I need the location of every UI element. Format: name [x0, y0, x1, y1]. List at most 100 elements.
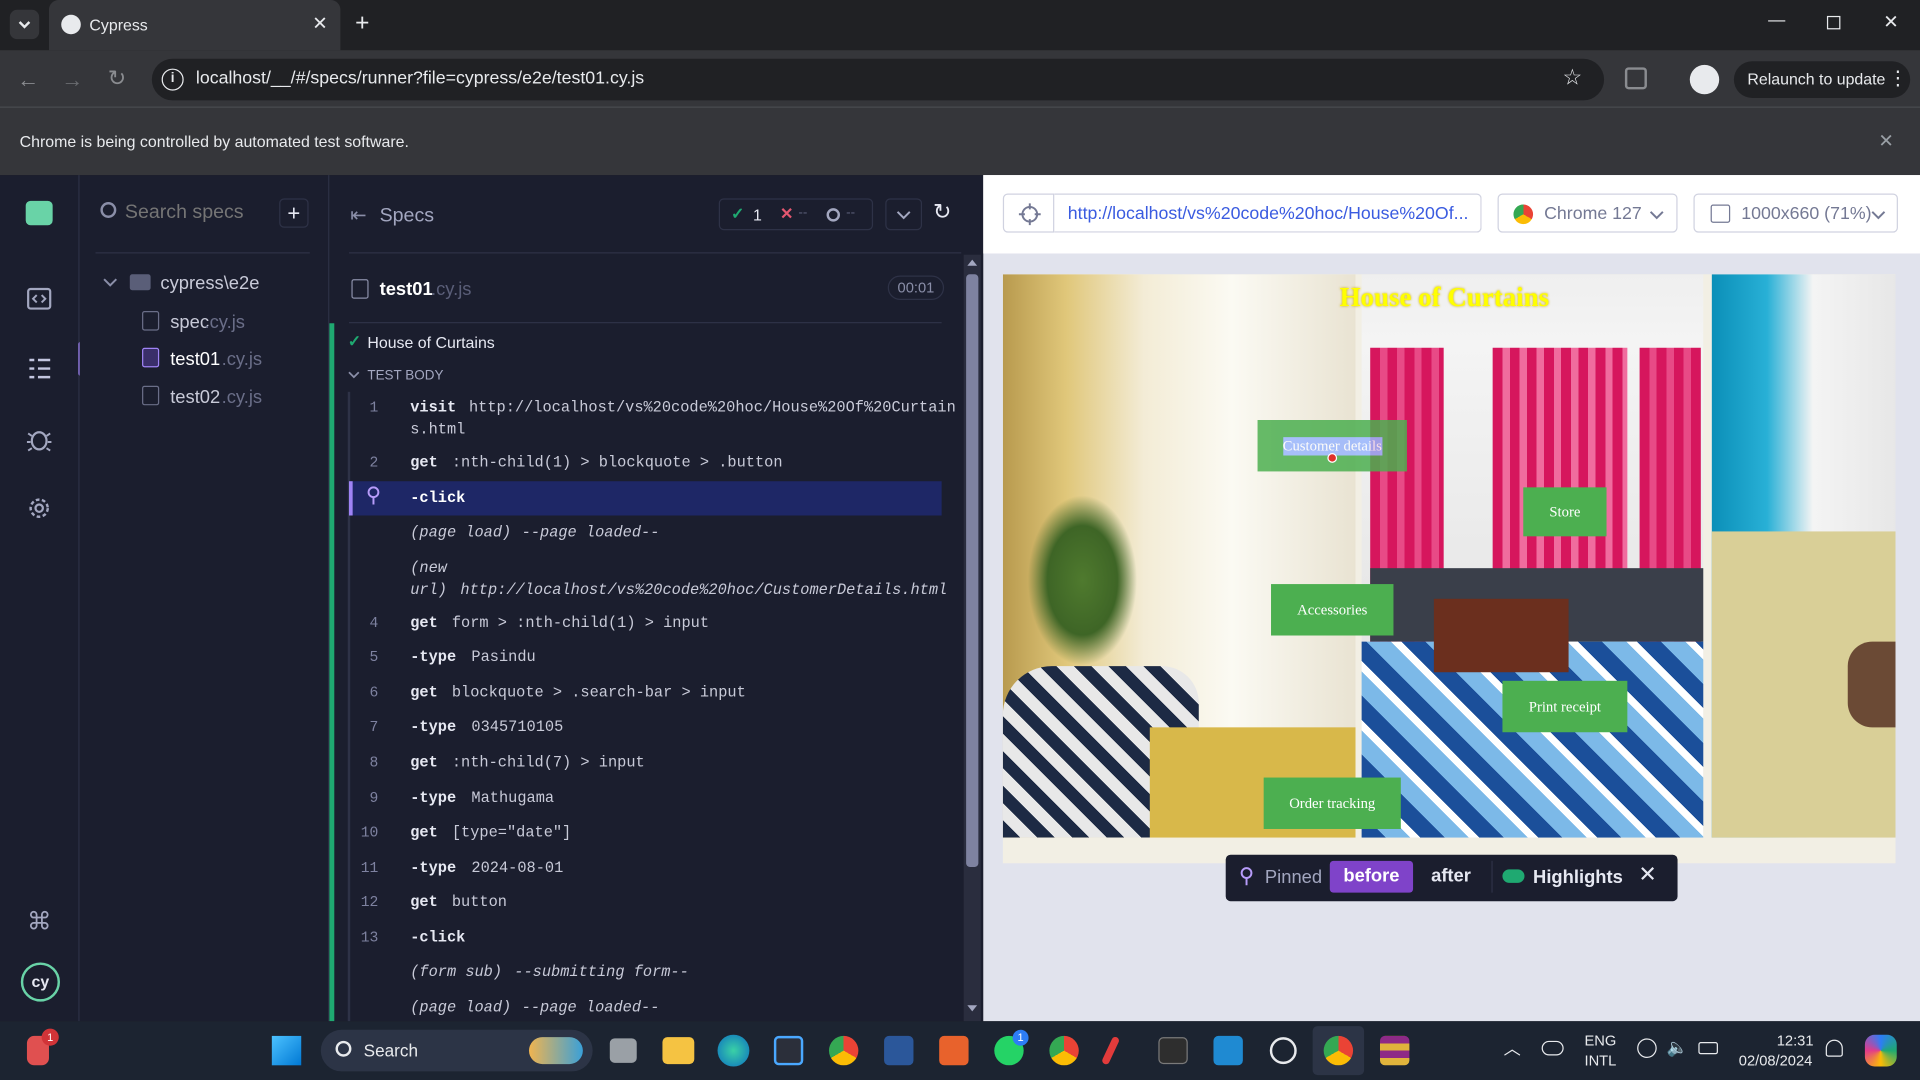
chevron-down-icon — [1871, 211, 1886, 220]
relaunch-button[interactable]: Relaunch to update ⋮ — [1733, 61, 1911, 98]
extensions-icon[interactable] — [1624, 67, 1647, 90]
notification-bell-icon[interactable] — [1825, 1039, 1843, 1057]
winrar-icon[interactable] — [1380, 1035, 1410, 1066]
order-tracking-button[interactable]: Order tracking — [1263, 777, 1401, 829]
command-row[interactable]: 12 get button — [349, 894, 942, 918]
viewport-selector[interactable]: 1000x660 (71%) — [1693, 193, 1898, 233]
chevron-down-icon — [103, 278, 118, 287]
show-hidden-icons[interactable]: ︿ — [1504, 1036, 1521, 1060]
minimize-button[interactable]: — — [1768, 10, 1785, 30]
taskbar-search-box[interactable]: Search — [320, 1029, 593, 1072]
folder-name: cypress\e2e — [160, 273, 260, 294]
vscode-icon[interactable] — [1213, 1035, 1243, 1066]
keyboard-shortcuts-icon[interactable]: ⌘ — [27, 906, 51, 937]
customer-details-button[interactable]: Customer details — [1257, 420, 1407, 472]
infobar-close-icon[interactable]: ✕ — [1878, 130, 1893, 152]
battery-icon[interactable] — [1698, 1042, 1718, 1055]
clock-date[interactable]: 02/08/2024 — [1739, 1052, 1813, 1069]
add-spec-button[interactable]: + — [279, 198, 309, 228]
cloud-offline-icon[interactable] — [1541, 1040, 1564, 1056]
close-window-button[interactable]: ✕ — [1883, 11, 1898, 33]
scroll-up-arrow[interactable] — [967, 259, 978, 266]
command-row[interactable]: 4 get form > :nth-child(1) > input — [349, 615, 942, 639]
cypress-app-icon[interactable] — [1269, 1037, 1297, 1065]
task-view-icon[interactable] — [609, 1038, 637, 1063]
store-button[interactable]: Store — [1523, 487, 1607, 537]
before-snapshot-button[interactable]: before — [1329, 860, 1414, 893]
command-row[interactable]: 2 get :nth-child(1) > blockquote > .butt… — [349, 454, 942, 478]
runs-icon[interactable] — [26, 285, 53, 312]
aut-url-field[interactable]: http://localhost/vs%20code%20hoc/House%2… — [1054, 193, 1482, 233]
command-row[interactable]: (form sub) --submitting form-- — [349, 964, 942, 988]
reporter-scrollbar-track[interactable] — [963, 254, 981, 1022]
collapse-specs-icon[interactable]: ⇤ — [350, 203, 366, 227]
close-snapshot-icon[interactable]: ✕ — [1638, 862, 1656, 888]
after-snapshot-button[interactable]: after — [1417, 861, 1486, 893]
omnibox[interactable]: i localhost/__/#/specs/runner?file=cypre… — [151, 58, 1605, 101]
command-row[interactable]: 8 get :nth-child(7) > input — [349, 754, 942, 778]
site-info-icon[interactable]: i — [161, 68, 184, 91]
tab-close-icon[interactable]: ✕ — [312, 12, 327, 34]
highlights-toggle[interactable]: Highlights — [1491, 860, 1628, 893]
settings-gear-icon[interactable] — [26, 495, 53, 522]
clock-time[interactable]: 12:31 — [1777, 1032, 1814, 1049]
command-name: -click — [410, 489, 466, 507]
command-row[interactable]: 5 -type Pasindu — [349, 649, 942, 673]
project-logo-icon[interactable] — [25, 200, 53, 226]
command-row[interactable]: 9 -type Mathugama — [349, 790, 942, 814]
copilot-icon[interactable] — [1864, 1034, 1897, 1067]
options-dropdown-button[interactable] — [885, 198, 923, 231]
chrome-icon[interactable] — [828, 1035, 859, 1066]
scroll-down-arrow[interactable] — [967, 1005, 978, 1012]
maximize-button[interactable] — [1826, 15, 1841, 30]
command-row[interactable]: 11 -type 2024-08-01 — [349, 860, 942, 884]
chrome-icon[interactable] — [1049, 1035, 1079, 1066]
folder-row[interactable]: cypress\e2e — [103, 272, 323, 296]
language-code[interactable]: ENG — [1584, 1032, 1616, 1049]
profile-avatar[interactable] — [1689, 64, 1720, 95]
bookmark-star-icon[interactable]: ☆ — [1562, 65, 1582, 91]
start-button[interactable] — [271, 1035, 302, 1066]
debug-bug-icon[interactable] — [26, 426, 53, 453]
edge-icon[interactable] — [717, 1034, 750, 1067]
store-icon[interactable] — [773, 1035, 804, 1066]
chevron-down-icon[interactable] — [348, 371, 360, 381]
tab-search-button[interactable] — [9, 9, 40, 40]
command-row[interactable]: 10 get [type="date"] — [349, 824, 942, 848]
command-row[interactable]: (page load) --page loaded-- — [349, 524, 942, 548]
language-layout[interactable]: INTL — [1584, 1052, 1616, 1069]
file-explorer-icon[interactable] — [662, 1037, 695, 1065]
browser-selector[interactable]: Chrome 127 — [1497, 193, 1678, 233]
reload-icon[interactable]: ↻ — [108, 66, 126, 92]
reporter-scrollbar-thumb[interactable] — [966, 274, 979, 867]
search-specs-input[interactable] — [124, 195, 272, 231]
command-row[interactable]: 7 -type 0345710105 — [349, 719, 942, 743]
command-row-pinned[interactable]: -click — [348, 481, 942, 516]
command-row[interactable]: 13 -click — [349, 929, 942, 953]
app-orange-icon[interactable] — [939, 1035, 969, 1066]
selector-playground-button[interactable] — [1002, 193, 1055, 233]
command-row[interactable]: 1 visit http://localhost/vs%20code%20hoc… — [349, 399, 956, 441]
spec-file-row[interactable]: test02 .cy.js — [142, 384, 323, 408]
print-receipt-button[interactable]: Print receipt — [1502, 680, 1628, 733]
spec-file-row[interactable]: spec .cy.js — [142, 310, 323, 334]
specs-header-label[interactable]: Specs — [380, 206, 434, 228]
back-arrow-icon[interactable]: ← — [17, 67, 39, 93]
chrome-icon-active[interactable] — [1323, 1035, 1354, 1066]
chrome-logo-icon — [1513, 204, 1534, 225]
rerun-icon[interactable]: ↻ — [933, 200, 951, 226]
network-icon[interactable] — [1637, 1038, 1657, 1058]
tab-cypress[interactable]: Cypress ✕ — [48, 0, 341, 51]
volume-icon[interactable]: 🔈 — [1667, 1037, 1688, 1058]
command-row[interactable]: (new url) http://localhost/vs%20code%20h… — [349, 560, 947, 602]
forward-arrow-icon[interactable]: → — [61, 67, 83, 93]
accessories-button[interactable]: Accessories — [1271, 584, 1394, 636]
terminal-icon[interactable] — [1158, 1037, 1188, 1065]
new-tab-button[interactable]: + — [355, 10, 369, 38]
spec-file-row-active[interactable]: test01 .cy.js — [142, 347, 323, 371]
command-row[interactable]: (page load) --page loaded-- — [349, 999, 942, 1021]
word-icon[interactable] — [884, 1035, 914, 1066]
command-row[interactable]: 6 get blockquote > .search-bar > input — [349, 684, 942, 708]
specs-list-icon[interactable] — [26, 355, 53, 382]
suite-title[interactable]: House of Curtains — [367, 333, 494, 351]
